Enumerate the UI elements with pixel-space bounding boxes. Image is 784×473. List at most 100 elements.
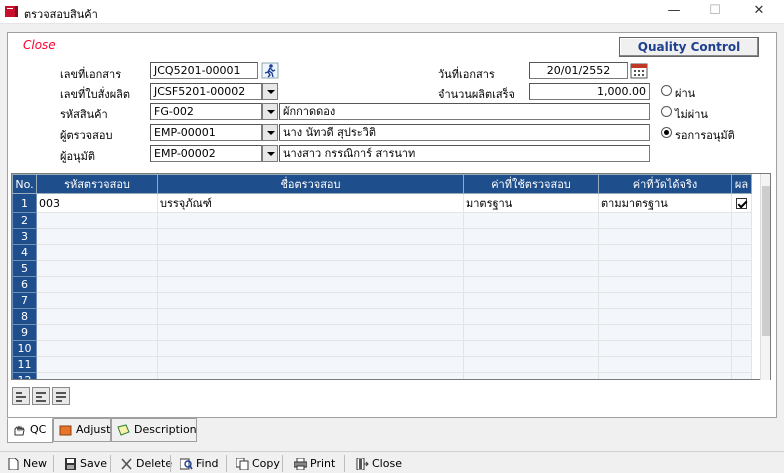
save-button[interactable]: Save	[64, 455, 107, 473]
doc-no-field[interactable]: JCQ5201-00001	[150, 62, 258, 79]
check-name-cell[interactable]	[157, 308, 464, 325]
actual-value-cell[interactable]	[598, 260, 732, 277]
product-code-dropdown-button[interactable]	[262, 103, 278, 120]
result-checkbox[interactable]	[736, 198, 747, 209]
table-row[interactable]: 10	[12, 340, 752, 357]
status-pending-radio[interactable]	[661, 127, 672, 138]
col-header-code[interactable]: รหัสตรวจสอบ	[36, 174, 158, 194]
standard-value-cell[interactable]	[463, 276, 599, 293]
col-header-no[interactable]: No.	[12, 174, 37, 194]
result-cell[interactable]	[731, 276, 752, 293]
qty-field[interactable]: 1,000.00	[529, 83, 650, 100]
result-cell[interactable]	[731, 193, 752, 213]
tab-adjust[interactable]: Adjust	[53, 418, 111, 442]
delete-row-icon[interactable]	[32, 387, 50, 405]
table-row[interactable]: 5	[12, 260, 752, 277]
actual-value-cell[interactable]	[598, 228, 732, 245]
result-cell[interactable]	[731, 228, 752, 245]
check-code-cell[interactable]	[36, 308, 158, 325]
check-code-cell[interactable]	[36, 292, 158, 309]
window-close-button[interactable]: ✕	[737, 0, 781, 24]
check-code-cell[interactable]	[36, 260, 158, 277]
check-name-cell[interactable]: บรรจุภัณฑ์	[157, 193, 464, 213]
approver-code-field[interactable]: EMP-00002	[150, 145, 262, 162]
print-button[interactable]: Print	[294, 455, 335, 473]
tab-qc[interactable]: QC	[7, 418, 53, 443]
doc-date-field[interactable]: 20/01/2552	[529, 62, 628, 79]
close-link[interactable]: Close	[23, 38, 56, 52]
standard-value-cell[interactable]	[463, 308, 599, 325]
table-row[interactable]: 12	[12, 372, 752, 379]
table-row[interactable]: 9	[12, 324, 752, 341]
approver-dropdown-button[interactable]	[262, 145, 278, 162]
runner-lookup-icon[interactable]	[261, 62, 279, 79]
new-button[interactable]: New	[7, 455, 47, 473]
result-cell[interactable]	[731, 308, 752, 325]
standard-value-cell[interactable]	[463, 292, 599, 309]
actual-value-cell[interactable]	[598, 292, 732, 309]
actual-value-cell[interactable]: ตามมาตรฐาน	[598, 193, 732, 213]
result-cell[interactable]	[731, 356, 752, 373]
actual-value-cell[interactable]	[598, 244, 732, 261]
table-row[interactable]: 3	[12, 228, 752, 245]
table-row[interactable]: 7	[12, 292, 752, 309]
close-button[interactable]: Close	[356, 455, 402, 473]
standard-value-cell[interactable]	[463, 228, 599, 245]
actual-value-cell[interactable]	[598, 276, 732, 293]
actual-value-cell[interactable]	[598, 340, 732, 357]
col-header-name[interactable]: ชื่อตรวจสอบ	[157, 174, 464, 194]
prod-order-field[interactable]: JCSF5201-00002	[150, 83, 262, 100]
check-code-cell[interactable]	[36, 212, 158, 229]
grid-vertical-scrollbar[interactable]	[760, 174, 770, 380]
table-row[interactable]: 2	[12, 212, 752, 229]
check-code-cell[interactable]	[36, 276, 158, 293]
check-name-cell[interactable]	[157, 276, 464, 293]
check-code-cell[interactable]	[36, 228, 158, 245]
table-row[interactable]: 8	[12, 308, 752, 325]
check-name-cell[interactable]	[157, 340, 464, 357]
result-cell[interactable]	[731, 292, 752, 309]
standard-value-cell[interactable]	[463, 244, 599, 261]
inspector-code-field[interactable]: EMP-00001	[150, 124, 262, 141]
check-name-cell[interactable]	[157, 372, 464, 379]
standard-value-cell[interactable]	[463, 212, 599, 229]
col-header-result[interactable]: ผล	[731, 174, 752, 194]
check-name-cell[interactable]	[157, 292, 464, 309]
qc-grid[interactable]: No. รหัสตรวจสอบ ชื่อตรวจสอบ ค่าที่ใช้ตรว…	[11, 173, 771, 380]
check-name-cell[interactable]	[157, 228, 464, 245]
result-cell[interactable]	[731, 324, 752, 341]
check-code-cell[interactable]	[36, 340, 158, 357]
standard-value-cell[interactable]: มาตรฐาน	[463, 193, 599, 213]
actual-value-cell[interactable]	[598, 324, 732, 341]
check-name-cell[interactable]	[157, 244, 464, 261]
check-code-cell[interactable]	[36, 244, 158, 261]
prod-order-dropdown-button[interactable]	[262, 83, 278, 100]
product-code-field[interactable]: FG-002	[150, 103, 262, 120]
check-name-cell[interactable]	[157, 356, 464, 373]
calendar-icon[interactable]	[630, 62, 648, 79]
standard-value-cell[interactable]	[463, 324, 599, 341]
find-button[interactable]: Find	[180, 455, 219, 473]
table-row[interactable]: 11	[12, 356, 752, 373]
insert-row-icon[interactable]	[12, 387, 30, 405]
check-name-cell[interactable]	[157, 212, 464, 229]
result-cell[interactable]	[731, 244, 752, 261]
standard-value-cell[interactable]	[463, 356, 599, 373]
actual-value-cell[interactable]	[598, 308, 732, 325]
check-code-cell[interactable]: 003	[36, 193, 158, 213]
check-name-cell[interactable]	[157, 260, 464, 277]
actual-value-cell[interactable]	[598, 372, 732, 379]
table-row[interactable]: 1 003 บรรจุภัณฑ์ มาตรฐาน ตามมาตรฐาน	[12, 193, 752, 213]
table-row[interactable]: 4	[12, 244, 752, 261]
standard-value-cell[interactable]	[463, 372, 599, 379]
check-code-cell[interactable]	[36, 372, 158, 379]
standard-value-cell[interactable]	[463, 260, 599, 277]
scrollbar-thumb[interactable]	[762, 186, 770, 336]
quality-control-button[interactable]: Quality Control	[619, 37, 759, 57]
table-row[interactable]: 6	[12, 276, 752, 293]
col-header-standard[interactable]: ค่าที่ใช้ตรวจสอบ	[463, 174, 599, 194]
actual-value-cell[interactable]	[598, 212, 732, 229]
status-fail-radio[interactable]	[661, 106, 672, 117]
append-row-icon[interactable]	[52, 387, 70, 405]
check-code-cell[interactable]	[36, 356, 158, 373]
